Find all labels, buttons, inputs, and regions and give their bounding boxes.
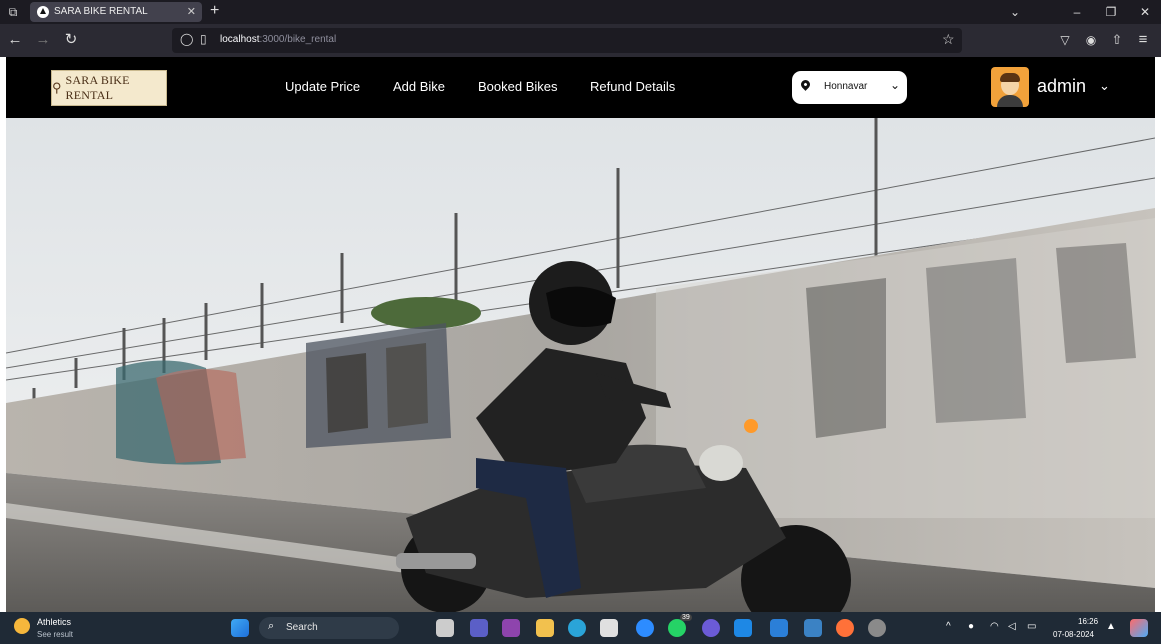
- store-icon[interactable]: [600, 619, 618, 637]
- bell-icon[interactable]: ▲: [1106, 621, 1116, 632]
- app-icon[interactable]: [770, 619, 788, 637]
- edge-icon[interactable]: [568, 619, 586, 637]
- taskbar-search[interactable]: ⌕ Search: [259, 617, 399, 639]
- notification-badge: 39: [680, 614, 692, 621]
- tray-chevron-icon[interactable]: ^: [946, 621, 951, 632]
- browser-tab-bar: ⧉ SARA BIKE RENTAL ✕ + ⌄ – ❐ ✕: [0, 0, 1161, 24]
- account-icon[interactable]: ◉: [1082, 31, 1100, 49]
- browser-tab[interactable]: SARA BIKE RENTAL ✕: [30, 2, 202, 22]
- search-label: Search: [286, 622, 318, 633]
- nav-update-price[interactable]: Update Price: [285, 79, 360, 94]
- location-pin-icon: [799, 78, 812, 91]
- chrome-icon[interactable]: [636, 619, 654, 637]
- site-logo[interactable]: ⚲ SARA BIKE RENTAL: [51, 70, 167, 106]
- file-explorer-icon[interactable]: [536, 619, 554, 637]
- teams-icon[interactable]: [470, 619, 488, 637]
- settings-gear-icon[interactable]: [868, 619, 886, 637]
- app-header: ⚲ SARA BIKE RENTAL Update Price Add Bike…: [6, 57, 1155, 118]
- app-icon[interactable]: [702, 619, 720, 637]
- menu-hamburger-icon[interactable]: ≡: [1134, 31, 1152, 49]
- widget-subtitle: See result: [37, 630, 74, 639]
- nav-refund-details[interactable]: Refund Details: [590, 79, 675, 94]
- page-info-icon[interactable]: ▯: [200, 32, 207, 46]
- tab-favicon-icon: [37, 6, 49, 18]
- task-view-icon[interactable]: [436, 619, 454, 637]
- clock-time[interactable]: 16:26: [1078, 617, 1098, 626]
- address-bar[interactable]: ◯ ▯ localhost:3000/bike_rental ☆: [172, 28, 962, 53]
- location-select[interactable]: Honnavar ⌄: [792, 71, 907, 104]
- pocket-icon[interactable]: ▽: [1056, 31, 1074, 49]
- avatar[interactable]: [991, 67, 1029, 107]
- user-name[interactable]: admin: [1037, 76, 1086, 97]
- reload-icon[interactable]: ↻: [62, 31, 80, 49]
- back-icon[interactable]: ←: [6, 31, 24, 49]
- tab-list-icon[interactable]: ⧉: [4, 3, 22, 21]
- restore-icon[interactable]: ❐: [1102, 3, 1120, 21]
- url-text[interactable]: localhost:3000/bike_rental: [220, 34, 336, 45]
- hero-motorcycle-photo: [6, 118, 1155, 612]
- chevron-down-icon: ⌄: [890, 78, 901, 92]
- nav-booked-bikes[interactable]: Booked Bikes: [478, 79, 558, 94]
- extensions-icon[interactable]: ⇧: [1108, 31, 1126, 49]
- tray-app-icon[interactable]: ●: [968, 621, 974, 632]
- vscode-icon[interactable]: [734, 619, 752, 637]
- clock-date[interactable]: 07-08-2024: [1053, 630, 1094, 639]
- bike-logo-icon: ⚲: [52, 80, 62, 95]
- window-close-icon[interactable]: ✕: [1136, 3, 1154, 21]
- firefox-icon[interactable]: [836, 619, 854, 637]
- start-icon[interactable]: [231, 619, 249, 637]
- browser-nav-bar: ← → ↻ ◯ ▯ localhost:3000/bike_rental ☆ ▽…: [0, 24, 1161, 57]
- weather-icon[interactable]: [14, 618, 30, 634]
- wifi-icon[interactable]: ◠: [990, 621, 999, 632]
- url-path: :3000/bike_rental: [259, 34, 337, 45]
- shield-icon[interactable]: ◯: [180, 32, 193, 46]
- app-icon[interactable]: [502, 619, 520, 637]
- notepad-icon[interactable]: [804, 619, 822, 637]
- hero-image: [6, 118, 1155, 612]
- logo-text: SARA BIKE RENTAL: [65, 73, 130, 102]
- tab-title: SARA BIKE RENTAL: [54, 6, 148, 17]
- whatsapp-icon[interactable]: [668, 619, 686, 637]
- search-icon: ⌕: [268, 620, 275, 632]
- windows-taskbar: Athletics See result ⌕ Search 39 ^ ● ◠ ◁…: [0, 612, 1161, 644]
- volume-icon[interactable]: ◁: [1008, 621, 1016, 632]
- battery-icon[interactable]: ▭: [1027, 621, 1036, 632]
- nav-add-bike[interactable]: Add Bike: [393, 79, 445, 94]
- forward-icon[interactable]: →: [34, 31, 52, 49]
- bookmark-star-icon[interactable]: ☆: [942, 31, 955, 48]
- widget-title[interactable]: Athletics: [37, 617, 71, 627]
- minimize-icon[interactable]: –: [1068, 3, 1086, 21]
- user-menu-chevron-icon[interactable]: ⌄: [1099, 78, 1110, 94]
- tab-close-icon[interactable]: ✕: [187, 2, 196, 22]
- location-value: Honnavar: [824, 81, 868, 92]
- url-host: localhost: [220, 34, 260, 45]
- tab-overflow-chevron-icon[interactable]: ⌄: [1006, 3, 1024, 21]
- new-tab-icon[interactable]: +: [210, 2, 219, 20]
- copilot-icon[interactable]: [1130, 619, 1148, 637]
